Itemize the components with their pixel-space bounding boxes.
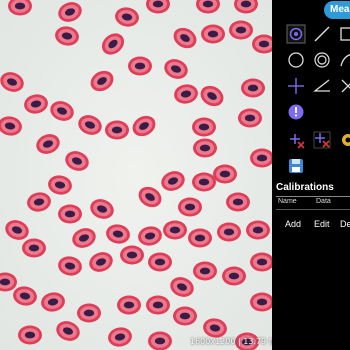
red-blood-cell xyxy=(217,222,241,242)
red-blood-cell xyxy=(105,120,129,140)
measure-tab[interactable]: Measure xyxy=(324,1,350,19)
line-icon xyxy=(314,26,330,42)
info-icon xyxy=(288,104,304,120)
circle-dot-icon xyxy=(286,24,306,44)
red-blood-cell xyxy=(128,56,152,76)
delete-one-tool-button[interactable] xyxy=(286,130,306,150)
blood-cell-image xyxy=(0,0,272,350)
red-blood-cell xyxy=(58,204,82,224)
angle-icon xyxy=(313,79,330,92)
red-blood-cell xyxy=(22,238,46,258)
red-blood-cell xyxy=(148,331,172,350)
export-icon xyxy=(289,159,303,173)
arc-tool-button[interactable] xyxy=(338,50,350,70)
calibrations-col-name[interactable]: Name xyxy=(278,198,297,205)
red-blood-cell xyxy=(173,306,197,326)
red-blood-cell xyxy=(238,108,262,128)
delete-all-icon xyxy=(313,131,331,149)
circle-dot-tool-button[interactable] xyxy=(286,24,306,44)
circle-tool-button[interactable] xyxy=(286,50,306,70)
delete-all-tool-button[interactable] xyxy=(312,130,332,150)
calibration-add-button[interactable]: Add xyxy=(285,219,301,229)
red-blood-cell xyxy=(148,252,172,272)
red-blood-cell xyxy=(201,24,225,44)
calibrations-title: Calibrations xyxy=(276,182,334,193)
circle-icon xyxy=(288,52,304,68)
red-blood-cell xyxy=(146,295,170,315)
crosshair-icon xyxy=(288,78,304,94)
red-blood-cell xyxy=(222,266,246,286)
calibrations-col-data[interactable]: Data xyxy=(316,198,331,205)
double-circle-icon xyxy=(314,52,330,68)
arc-icon xyxy=(340,54,350,67)
red-blood-cell xyxy=(77,303,101,323)
calibration-delete-button[interactable]: Delete xyxy=(340,219,350,229)
resolution-fps-readout: 1600x1200 | 13.79 fps xyxy=(190,337,272,346)
settings-icon xyxy=(342,134,350,146)
measurement-panel: Measure xyxy=(272,0,350,350)
red-blood-cell xyxy=(163,220,187,240)
settings-tool-button[interactable] xyxy=(338,130,350,150)
delete-one-icon xyxy=(290,134,305,149)
red-blood-cell xyxy=(226,192,250,212)
red-blood-cell xyxy=(241,78,265,98)
calibrations-header-divider xyxy=(276,209,350,210)
red-blood-cell xyxy=(117,295,141,315)
red-blood-cell xyxy=(229,20,253,40)
red-blood-cell xyxy=(213,164,237,184)
calibration-edit-button[interactable]: Edit xyxy=(314,219,330,229)
line-tool-button[interactable] xyxy=(312,24,332,44)
cross-tool-button[interactable] xyxy=(338,76,350,96)
red-blood-cell xyxy=(193,138,217,158)
angle-tool-button[interactable] xyxy=(312,76,332,96)
rectangle-icon xyxy=(340,27,350,41)
double-circle-tool-button[interactable] xyxy=(312,50,332,70)
red-blood-cell xyxy=(246,220,270,240)
calibrations-divider xyxy=(276,196,350,197)
red-blood-cell xyxy=(18,325,42,345)
crosshair-tool-button[interactable] xyxy=(286,76,306,96)
cross-icon xyxy=(341,79,350,93)
export-tool-button[interactable] xyxy=(286,156,306,176)
microscope-image-viewer[interactable]: 1600x1200 | 13.79 fps xyxy=(0,0,272,350)
red-blood-cell xyxy=(120,245,144,265)
red-blood-cell xyxy=(188,228,212,248)
red-blood-cell xyxy=(192,117,216,137)
info-tool-button[interactable] xyxy=(286,102,306,122)
red-blood-cell xyxy=(193,261,217,281)
rectangle-tool-button[interactable] xyxy=(338,24,350,44)
red-blood-cell xyxy=(192,172,216,192)
red-blood-cell xyxy=(178,197,202,217)
